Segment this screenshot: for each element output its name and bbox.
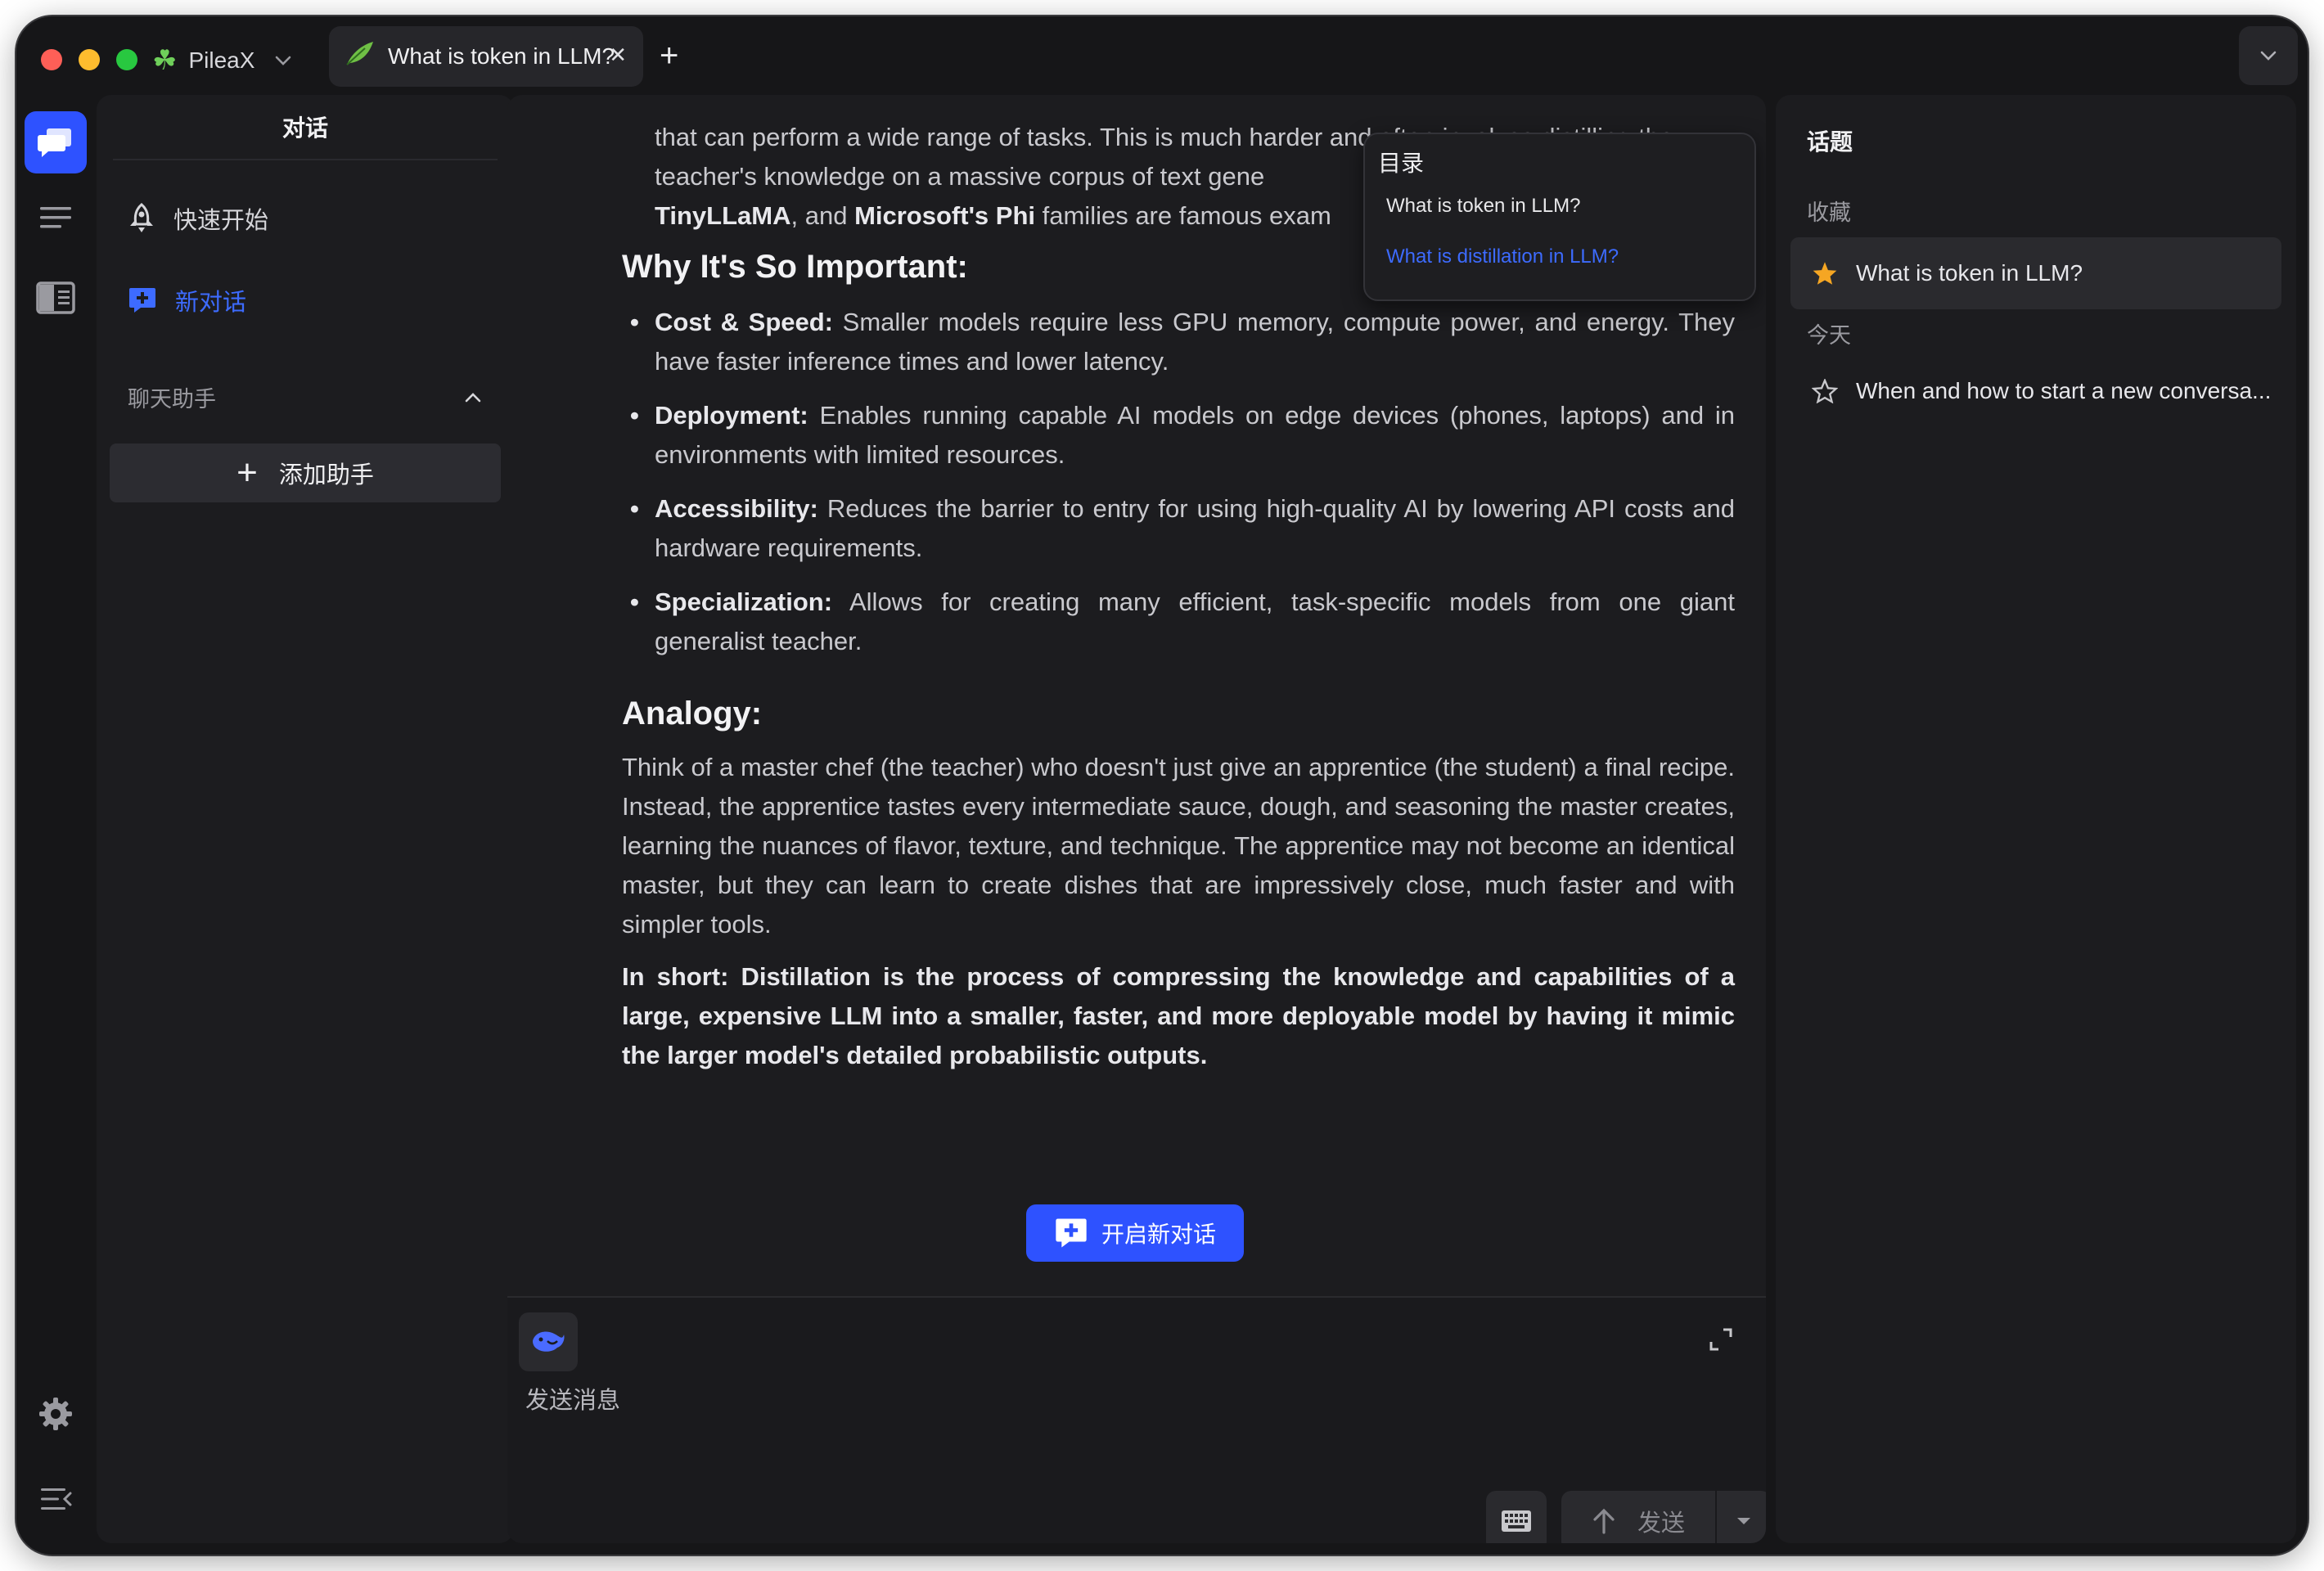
assistant-section-header[interactable]: 聊天助手 [128, 381, 483, 413]
text-fragment: , and [790, 201, 855, 230]
toc-item-active[interactable]: What is distillation in LLM? [1386, 245, 1619, 268]
table-of-contents-popover: 目录 What is token in LLM? What is distill… [1363, 133, 1756, 301]
message-composer: 发送 [507, 1296, 1766, 1543]
analogy-paragraph: Think of a master chef (the teacher) who… [622, 753, 1735, 939]
app-name: PileaX [188, 47, 255, 73]
assistant-section-label: 聊天助手 [128, 387, 216, 412]
star-filled-icon [1813, 262, 1837, 285]
close-window-button[interactable] [41, 49, 62, 70]
bullet-label: Accessibility: [655, 494, 818, 523]
title-bar: ☘ PileaX What is token in LLM? ✕ + [16, 16, 2308, 98]
new-chat-icon [129, 288, 155, 313]
app-switcher[interactable]: ☘ PileaX [152, 41, 292, 80]
star-outline-icon [1812, 379, 1838, 403]
tab-list-button[interactable] [2239, 26, 2298, 85]
chevron-down-icon [274, 50, 292, 71]
section-heading: Analogy: [622, 695, 763, 731]
importance-list: Cost & Speed: Smaller models require les… [622, 303, 1735, 676]
whale-icon [533, 1331, 565, 1352]
keyboard-icon [1502, 1510, 1531, 1532]
clover-icon: ☘ [152, 45, 178, 76]
start-new-conversation-label: 开启新对话 [1101, 1222, 1216, 1247]
chat-main: that can perform a wide range of tasks. … [507, 95, 1766, 1543]
bold-term: TinyLLaMA [655, 201, 791, 230]
text-fragment: families are famous exam [1035, 201, 1331, 230]
topic-title: What is token in LLM? [1856, 260, 2083, 286]
bullet-label: Specialization: [655, 587, 833, 616]
add-assistant-label: 添加助手 [278, 462, 374, 488]
new-chat-icon [1056, 1218, 1087, 1248]
topic-title: When and how to start a new conversa... [1856, 378, 2272, 403]
today-label: 今天 [1807, 323, 1851, 348]
list-item: Specialization: Allows for creating many… [622, 583, 1735, 661]
topics-panel: 话题 收藏 What is token in LLM? 今天 When and … [1776, 95, 2296, 1543]
chevron-up-icon [465, 392, 481, 402]
new-chat-label: 新对话 [175, 290, 247, 316]
toc-item[interactable]: What is token in LLM? [1386, 195, 1580, 218]
sidebar-title: 对话 [113, 95, 498, 160]
favorites-label: 收藏 [1807, 200, 1851, 225]
send-options-dropdown[interactable] [1717, 1491, 1766, 1543]
chevron-down-icon [2260, 51, 2277, 61]
send-label: 发送 [1637, 1510, 1685, 1537]
topic-item[interactable]: When and how to start a new conversa... [1790, 355, 2281, 427]
new-tab-button[interactable]: + [660, 39, 678, 72]
icon-rail [16, 98, 106, 1555]
arrow-up-icon [1593, 1508, 1615, 1534]
keyboard-shortcut-button[interactable] [1486, 1491, 1547, 1543]
plus-icon: + [236, 452, 258, 493]
list-item: Cost & Speed: Smaller models require les… [622, 303, 1735, 381]
bullet-label: Deployment: [655, 401, 808, 430]
toc-title: 目录 [1378, 151, 1425, 176]
section-heading: Why It's So Important: [622, 249, 968, 285]
expand-icon[interactable] [1709, 1327, 1733, 1356]
message-input[interactable] [525, 1388, 1262, 1415]
summary-paragraph: In short: Distillation is the process of… [622, 957, 1735, 1075]
bullet-text: Enables running capable AI models on edg… [655, 401, 1735, 469]
topic-item-favorite[interactable]: What is token in LLM? [1790, 237, 2281, 309]
send-button[interactable]: 发送 [1561, 1491, 1715, 1543]
rocket-icon [130, 203, 153, 232]
gear-icon [39, 1398, 72, 1430]
collapse-icon [41, 1488, 72, 1510]
rail-notes-button[interactable] [25, 187, 87, 249]
rail-reader-button[interactable] [25, 267, 87, 329]
bold-term: Microsoft's Phi [854, 201, 1036, 230]
app-window: ☘ PileaX What is token in LLM? ✕ + 对话 快速… [16, 16, 2308, 1555]
collapse-sidebar-button[interactable] [25, 1468, 87, 1530]
tab-title: What is token in LLM? [388, 43, 615, 69]
list-icon [40, 207, 71, 228]
close-icon[interactable]: ✕ [609, 43, 627, 68]
reader-icon [36, 281, 75, 314]
rail-chat-button[interactable] [25, 111, 87, 173]
model-selector-button[interactable] [519, 1312, 578, 1371]
add-assistant-button[interactable]: + 添加助手 [110, 443, 501, 502]
leaf-icon [344, 38, 376, 75]
caret-down-icon [1737, 1518, 1750, 1524]
tab-active-chat[interactable]: What is token in LLM? ✕ [329, 26, 643, 87]
list-item: Deployment: Enables running capable AI m… [622, 396, 1735, 475]
chat-bubbles-icon [38, 128, 71, 157]
conversation-sidebar: 对话 快速开始 新对话 聊天助手 + 添加助手 [97, 95, 514, 1543]
maximize-window-button[interactable] [116, 49, 137, 70]
sidebar-item-quick-start[interactable]: 快速开始 [128, 201, 268, 236]
topics-title: 话题 [1807, 129, 1853, 155]
start-new-conversation-button[interactable]: 开启新对话 [1026, 1204, 1244, 1262]
list-item: Accessibility: Reduces the barrier to en… [622, 489, 1735, 568]
summary-text: In short: Distillation is the process of… [622, 962, 1735, 1069]
settings-button[interactable] [25, 1383, 87, 1445]
minimize-window-button[interactable] [79, 49, 100, 70]
quick-start-label: 快速开始 [173, 208, 269, 234]
bullet-label: Cost & Speed: [655, 308, 833, 336]
sidebar-item-new-chat[interactable]: 新对话 [128, 283, 246, 317]
